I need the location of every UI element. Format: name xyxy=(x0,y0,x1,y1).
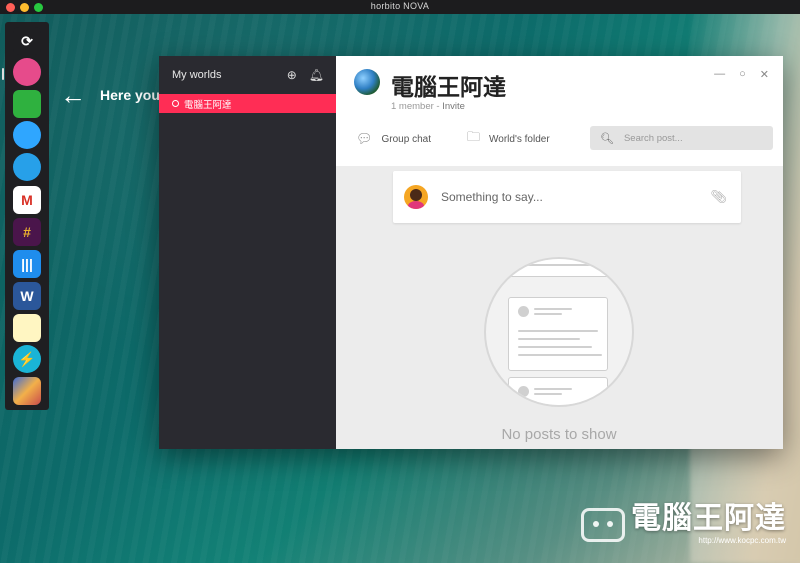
search-input[interactable] xyxy=(623,132,764,144)
illus-card xyxy=(508,377,608,405)
maximize-icon[interactable]: ○ xyxy=(739,68,746,81)
worlds-sidebar: My worlds ⊕ 🔔︎ 電腦王阿達 xyxy=(159,56,336,449)
tab-worlds-folder-label: World's folder xyxy=(489,133,550,145)
world-main-panel: 電腦王阿達 1 member - Invite — ○ ✕ 💬︎ Group c… xyxy=(336,56,783,449)
folder-icon[interactable] xyxy=(13,90,41,118)
game-art-icon[interactable] xyxy=(13,377,41,405)
bell-icon[interactable]: 🔔︎ xyxy=(309,68,324,82)
folder-icon: 🗀 xyxy=(467,129,481,144)
watermark-logo-icon xyxy=(581,507,625,542)
store-bag-icon[interactable] xyxy=(13,153,41,181)
watermark: 電腦王阿達 http://www.kocpc.com.tw xyxy=(581,504,786,545)
world-title: 電腦王阿達 xyxy=(391,74,506,100)
avatar xyxy=(404,185,428,209)
app-dock: ⟳ M # ||| W ⚡ xyxy=(2,22,49,410)
world-subtitle: 1 member - Invite xyxy=(391,101,465,112)
watermark-url: http://www.kocpc.com.tw xyxy=(698,536,786,545)
intercom-icon[interactable]: ||| xyxy=(13,250,41,278)
illus-card xyxy=(506,259,610,277)
tab-group-chat[interactable]: 💬︎ Group chat xyxy=(356,131,431,147)
chat-bubbles-icon[interactable] xyxy=(13,121,41,149)
composer-placeholder: Something to say... xyxy=(441,190,543,204)
app-title: horbito NOVA xyxy=(370,1,430,11)
close-icon[interactable]: ✕ xyxy=(760,68,769,81)
window-controls: — ○ ✕ xyxy=(700,68,769,81)
search-box: 🔍︎ xyxy=(590,126,773,150)
hint-text: Here you xyxy=(100,87,160,103)
empty-state-text: No posts to show xyxy=(501,426,617,443)
illus-card xyxy=(508,297,608,371)
world-tabs: 💬︎ Group chat 🗀 World's folder 🔍︎ xyxy=(336,124,783,154)
app-window: My worlds ⊕ 🔔︎ 電腦王阿達 電腦王阿達 1 member - In… xyxy=(159,56,783,449)
word-icon[interactable]: W xyxy=(13,282,41,310)
world-item-label: 電腦王阿達 xyxy=(184,99,232,111)
world-globe-icon xyxy=(354,69,380,95)
tab-group-chat-label: Group chat xyxy=(381,133,431,145)
onboarding-hint: ← Here you xyxy=(60,82,160,108)
paperclip-icon[interactable]: 📎︎ xyxy=(710,189,727,205)
horbito-logo-icon[interactable]: ⟳ xyxy=(13,27,41,55)
arrow-left-icon: ← xyxy=(60,80,86,110)
world-status-icon xyxy=(172,100,179,107)
minimize-icon[interactable]: — xyxy=(714,68,725,81)
member-count: 1 member xyxy=(391,101,434,112)
subtitle-separator: - xyxy=(436,101,440,112)
bolt-icon[interactable]: ⚡ xyxy=(13,345,41,373)
tab-worlds-folder[interactable]: 🗀 World's folder xyxy=(467,128,550,150)
system-top-bar: horbito NOVA xyxy=(0,0,800,14)
gmail-icon[interactable]: M xyxy=(13,186,41,214)
notes-icon[interactable] xyxy=(13,314,41,342)
watermark-name: 電腦王阿達 xyxy=(631,502,786,535)
post-composer[interactable]: Something to say... 📎︎ xyxy=(393,171,741,223)
search-icon: 🔍︎ xyxy=(600,132,614,145)
chat-icon: 💬︎ xyxy=(356,131,373,146)
invite-link[interactable]: Invite xyxy=(442,101,465,112)
sidebar-item-world[interactable]: 電腦王阿達 xyxy=(159,94,336,113)
planet-icon[interactable] xyxy=(13,58,41,86)
sidebar-header: My worlds ⊕ 🔔︎ xyxy=(159,56,336,94)
sidebar-title: My worlds xyxy=(172,69,222,81)
slack-icon[interactable]: # xyxy=(13,218,41,246)
add-world-icon[interactable]: ⊕ xyxy=(287,68,297,82)
active-app-indicator xyxy=(2,68,4,80)
world-header: 電腦王阿達 1 member - Invite — ○ ✕ 💬︎ Group c… xyxy=(336,56,783,166)
empty-illustration xyxy=(484,257,634,407)
